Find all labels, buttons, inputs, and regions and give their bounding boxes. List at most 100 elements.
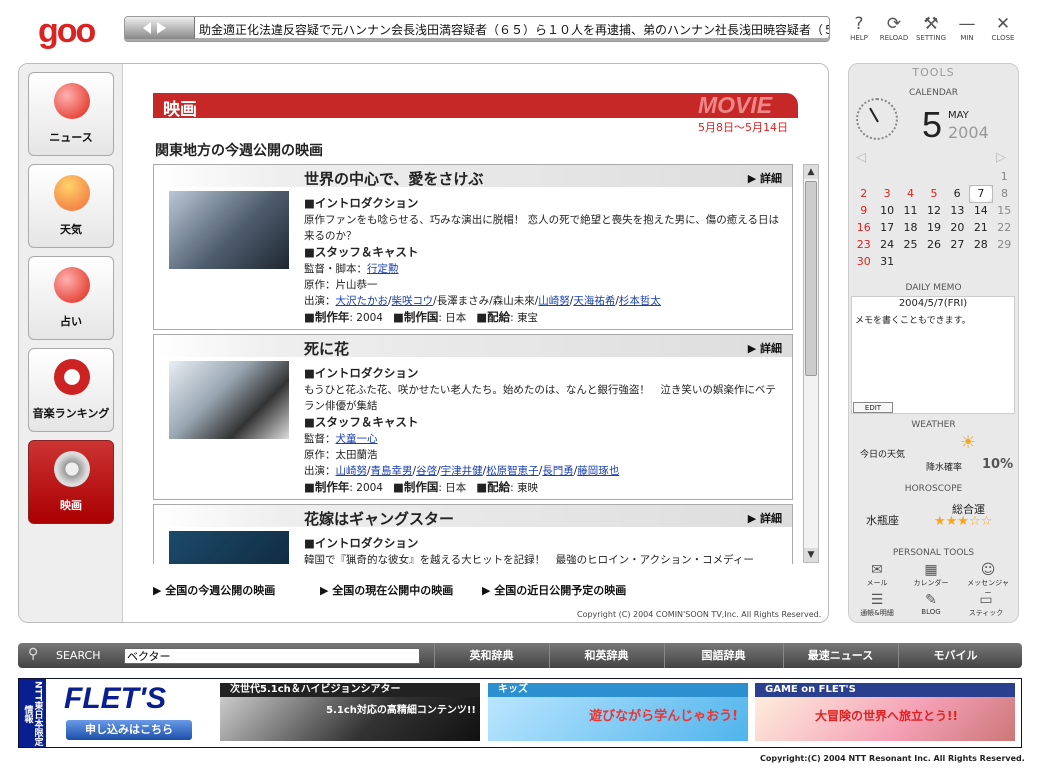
close-button[interactable]: ✕ CLOSE <box>980 14 1026 46</box>
search-news-button[interactable]: 最速ニュース <box>783 643 897 668</box>
nav-fortune[interactable]: 占い <box>28 256 114 340</box>
cast-link[interactable]: 青島幸男 <box>371 465 413 477</box>
calendar-day-cell[interactable]: 5 <box>922 185 945 202</box>
link-national-this-week[interactable]: ▶ 全国の今週公開の映画 <box>153 582 275 598</box>
banner-kids[interactable]: キッズ 遊びながら学んじゃおう! <box>488 683 748 741</box>
calendar-day-cell[interactable]: 4 <box>899 185 922 202</box>
calendar-day-cell[interactable]: 29 <box>993 236 1016 253</box>
calendar-day-cell[interactable]: 9 <box>852 202 875 219</box>
director-link[interactable]: 犬童一心 <box>336 433 378 445</box>
flets-logo[interactable]: FLET'S <box>64 682 166 716</box>
list-scrollbar[interactable]: ▲ ▼ <box>803 164 819 563</box>
calendar-grid[interactable]: 1 2 3 4 5 6 7 8 9 10 11 12 13 14 15 16 17 18 19 20 21 22 23 24 2… <box>852 168 1016 270</box>
cast-link[interactable]: 松原智恵子 <box>486 465 539 477</box>
detail-link[interactable]: ▶ 詳細 <box>748 510 782 526</box>
goo-logo[interactable]: goo <box>38 12 104 52</box>
ticker-controls[interactable] <box>125 17 195 39</box>
prev-month-icon[interactable]: ◁ <box>856 150 866 165</box>
banner-game[interactable]: GAME on FLET'S 大冒険の世界へ旅立とう!! <box>755 683 1015 741</box>
memo-text[interactable]: メモを書くこともできます。 <box>855 313 1011 326</box>
headphones-icon <box>54 359 90 395</box>
calendar-day-cell[interactable]: 3 <box>875 185 898 202</box>
search-waei-button[interactable]: 和英辞典 <box>549 643 663 668</box>
calendar-day-cell[interactable]: 14 <box>969 202 992 219</box>
cast-link[interactable]: 宇津井健 <box>441 465 483 477</box>
ticker-text[interactable]: 助金適正化法違反容疑で元ハンナン会長浅田満容疑者（６５）ら１０人を再逮捕、弟のハ… <box>199 21 829 38</box>
cast-link[interactable]: 山崎努 <box>336 465 368 477</box>
calendar-day-cell[interactable]: 7 <box>968 184 994 203</box>
cast-link[interactable]: 山崎努 <box>538 295 570 307</box>
cast-link[interactable]: 天海祐希 <box>573 295 615 307</box>
scroll-thumb[interactable] <box>805 181 817 376</box>
calendar-day-cell[interactable]: 31 <box>875 253 898 270</box>
calendar-day-cell[interactable]: 26 <box>922 236 945 253</box>
cast-link[interactable]: 杉本哲太 <box>619 295 661 307</box>
calendar-day-cell[interactable]: 2 <box>852 185 875 202</box>
date-range: 5月8日〜5月14日 <box>698 121 788 134</box>
calendar-day-cell[interactable]: 28 <box>969 236 992 253</box>
movie-en-title: MOVIE <box>698 92 773 118</box>
link-national-upcoming[interactable]: ▶ 全国の近日公開予定の映画 <box>482 582 626 598</box>
edit-button[interactable]: EDIT <box>853 402 893 413</box>
staff-heading: ■スタッフ＆キャスト <box>304 245 419 259</box>
calendar-day-cell[interactable]: 24 <box>875 236 898 253</box>
calendar-day-cell[interactable]: 30 <box>852 253 875 270</box>
calendar-day-cell[interactable]: 11 <box>899 202 922 219</box>
calendar-day-cell[interactable]: 22 <box>993 219 1016 236</box>
intro-heading: ■イントロダクション <box>304 196 419 210</box>
calendar-day-cell[interactable]: 12 <box>922 202 945 219</box>
prev-icon[interactable] <box>143 22 151 34</box>
scroll-up-icon[interactable]: ▲ <box>804 165 818 179</box>
calendar-day-cell <box>946 253 969 270</box>
calendar-day-cell[interactable]: 25 <box>899 236 922 253</box>
nav-news[interactable]: ニュース <box>28 72 114 156</box>
tool-mail[interactable]: ✉ メール <box>857 562 897 588</box>
play-icon[interactable] <box>157 22 166 34</box>
news-ticker[interactable]: 助金適正化法違反容疑で元ハンナン会長浅田満容疑者（６５）ら１０人を再逮捕、弟のハ… <box>124 16 830 42</box>
nav-music-ranking[interactable]: 音楽ランキング <box>28 348 114 432</box>
calendar-day-cell[interactable]: 27 <box>946 236 969 253</box>
tool-bankbook[interactable]: ☰ 通帳&明細 <box>857 592 897 618</box>
calendar-day-cell[interactable]: 15 <box>993 202 1016 219</box>
search-kokugo-button[interactable]: 国語辞典 <box>664 643 782 668</box>
nav-movie[interactable]: 映画 <box>28 440 114 524</box>
calendar-day-cell[interactable]: 21 <box>969 219 992 236</box>
intro-heading: ■イントロダクション <box>304 536 419 550</box>
search-mobile-button[interactable]: モバイル <box>898 643 1012 668</box>
banner-theater[interactable]: 次世代5.1ch＆ハイビジョンシアター 5.1ch対応の高精細コンテンツ!! <box>220 683 480 741</box>
calendar-day-cell[interactable]: 13 <box>946 202 969 219</box>
cast-link[interactable]: 大沢たかお <box>336 295 389 307</box>
next-month-icon[interactable]: ▷ <box>996 150 1006 165</box>
tool-stick[interactable]: ▭ スティック <box>966 592 1006 618</box>
calendar-day-cell[interactable]: 16 <box>852 219 875 236</box>
search-input[interactable] <box>124 648 420 664</box>
cast-link[interactable]: 藤岡琢也 <box>577 465 619 477</box>
search-label: SEARCH <box>56 649 101 662</box>
search-eiwa-button[interactable]: 英和辞典 <box>434 643 548 668</box>
scroll-down-icon[interactable]: ▼ <box>804 548 818 562</box>
nav-movie-label: 映画 <box>60 499 82 512</box>
cast-link[interactable]: 長門勇 <box>542 465 574 477</box>
calendar-day-cell[interactable]: 23 <box>852 236 875 253</box>
director-link[interactable]: 行定勲 <box>367 263 399 275</box>
weather-label: 今日の天気 <box>860 450 906 460</box>
calendar-day-cell[interactable]: 10 <box>875 202 898 219</box>
cast-link[interactable]: 柴咲コウ <box>392 295 434 307</box>
memo-box[interactable]: 2004/5/7(FRI) メモを書くこともできます。 <box>851 296 1015 414</box>
calendar-day-cell[interactable]: 18 <box>899 219 922 236</box>
nav-weather[interactable]: 天気 <box>28 164 114 248</box>
tool-blog[interactable]: ✎ BLOG <box>911 592 951 616</box>
calendar-day-cell[interactable]: 20 <box>946 219 969 236</box>
movie-list[interactable]: 世界の中心で、愛をさけぶ ▶ 詳細 ■イントロダクション 原作ファンをも唸らせる… <box>153 164 795 564</box>
calendar-day-cell[interactable]: 6 <box>946 185 969 202</box>
link-national-now-showing[interactable]: ▶ 全国の現在公開中の映画 <box>320 582 453 598</box>
calendar-day-cell[interactable]: 8 <box>993 185 1016 202</box>
detail-link[interactable]: ▶ 詳細 <box>748 340 782 356</box>
detail-link[interactable]: ▶ 詳細 <box>748 170 782 186</box>
calendar-day-cell[interactable]: 19 <box>922 219 945 236</box>
calendar-day-cell[interactable]: 1 <box>993 168 1016 185</box>
calendar-day-cell[interactable]: 17 <box>875 219 898 236</box>
flets-apply-button[interactable]: 申し込みはこちら <box>66 720 192 740</box>
cast-link[interactable]: 谷啓 <box>416 465 437 477</box>
tool-calendar[interactable]: ▦ カレンダー <box>911 562 951 588</box>
